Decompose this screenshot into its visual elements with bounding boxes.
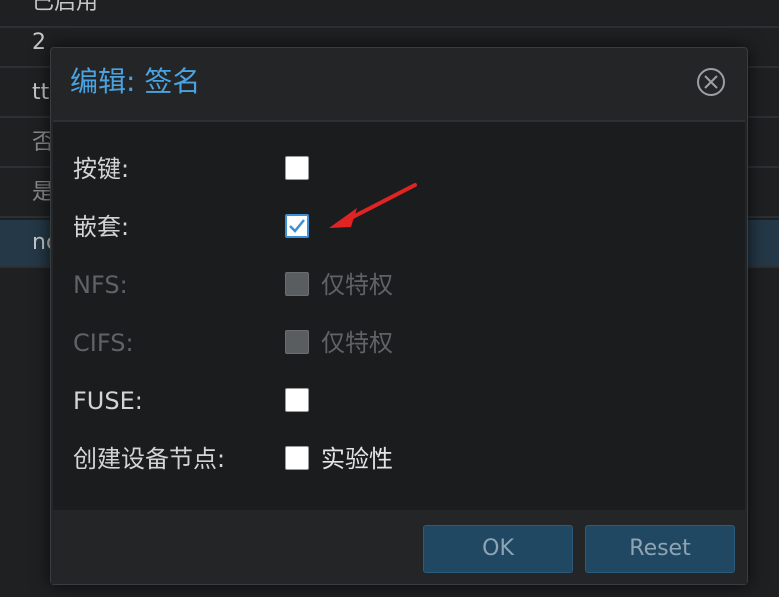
dialog-body: 按键: 嵌套: NFS: 仅特权 CIFS: 仅特权 FUSE: 创建设备节点:… [53,120,745,510]
close-icon [704,75,718,89]
table-cell: tt [32,80,50,105]
checkbox-label: 仅特权 [321,271,393,299]
field-row-nfs: NFS: 仅特权 [53,264,745,304]
field-row-nesting: 嵌套: [53,206,745,246]
field-row-keyctl: 按键: [53,148,745,188]
checkbox-label: 实验性 [321,445,393,473]
ok-button[interactable]: OK [423,525,573,573]
reset-button[interactable]: Reset [585,525,735,573]
table-cell: 2 [32,30,46,55]
close-button[interactable] [697,68,725,96]
cifs-checkbox [285,330,309,354]
dialog-footer: OK Reset [51,512,747,584]
table-cell: 已启用 [32,0,99,15]
checkbox-label: 仅特权 [321,329,393,357]
field-label: 创建设备节点: [73,445,226,473]
mknod-checkbox[interactable] [285,446,309,470]
fuse-checkbox[interactable] [285,388,309,412]
field-row-fuse: FUSE: [53,380,745,420]
field-label: CIFS: [73,329,134,357]
edit-dialog: 编辑: 签名 按键: 嵌套: NFS: 仅特权 CIFS: 仅特权 FUSE: … [50,47,748,585]
field-label: 按键: [73,155,130,183]
dialog-title: 编辑: 签名 [70,65,201,98]
field-label: FUSE: [73,387,143,415]
nesting-checkbox[interactable] [285,214,309,238]
field-row-mknod: 创建设备节点: 实验性 [53,438,745,478]
field-row-cifs: CIFS: 仅特权 [53,322,745,362]
dialog-header[interactable]: 编辑: 签名 [51,48,747,118]
nfs-checkbox [285,272,309,296]
checkmark-icon [289,219,305,233]
field-label: NFS: [73,271,128,299]
keyctl-checkbox[interactable] [285,156,309,180]
field-label: 嵌套: [73,213,130,241]
